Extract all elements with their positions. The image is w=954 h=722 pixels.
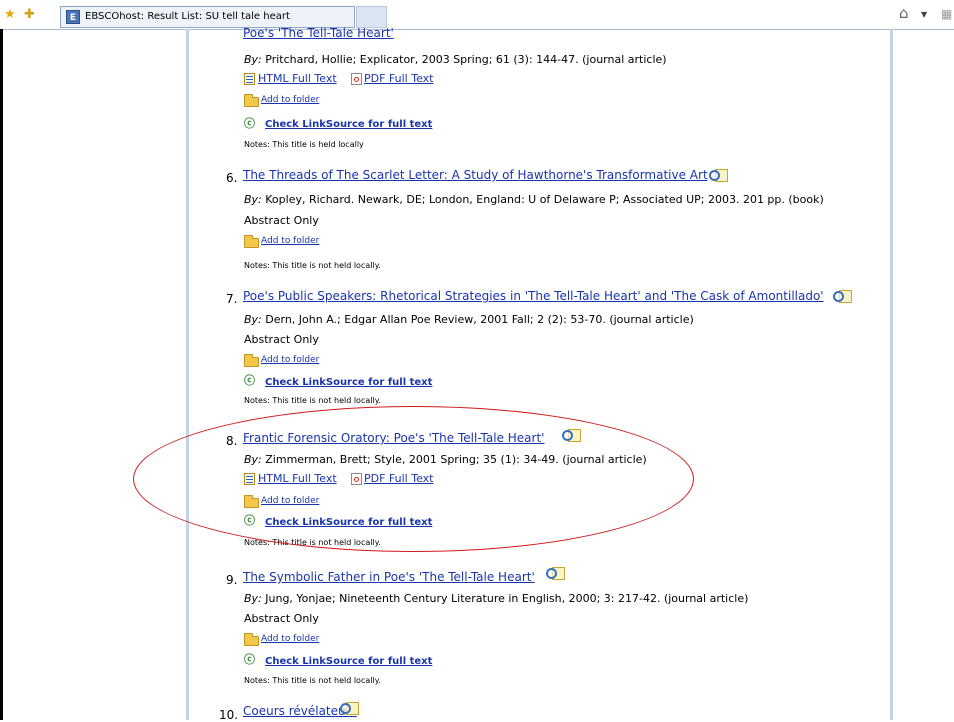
byline-label: By:: [244, 53, 262, 66]
holding-notes: Notes: This title is not held locally.: [244, 538, 381, 547]
result-byline: By: Jung, Yonjae; Nineteenth Century Lit…: [244, 592, 748, 605]
window-frame-left: [0, 29, 3, 720]
linksource-icon[interactable]: ⓒ: [244, 373, 260, 388]
preview-magnifier-icon[interactable]: [561, 428, 582, 444]
byline-text: Zimmerman, Brett; Style, 2001 Spring; 35…: [261, 453, 647, 466]
add-to-folder-link[interactable]: Add to folder: [261, 496, 319, 506]
result-number: 6.: [226, 171, 238, 185]
feeds-icon[interactable]: ▦: [941, 8, 952, 20]
content-panel-right-border: [890, 29, 893, 720]
html-full-text-icon[interactable]: [244, 73, 255, 85]
check-linksource-link[interactable]: Check LinkSource for full text: [265, 656, 432, 667]
linksource-icon[interactable]: ⓒ: [244, 513, 260, 528]
add-to-folder-link[interactable]: Add to folder: [261, 355, 319, 365]
holding-notes: Notes: This title is not held locally.: [244, 261, 381, 270]
holding-notes: Notes: This title is not held locally.: [244, 396, 381, 405]
holding-notes: Notes: This title is not held locally.: [244, 676, 381, 685]
result-byline: By: Kopley, Richard. Newark, DE; London,…: [244, 193, 824, 206]
add-to-folder-link[interactable]: Add to folder: [261, 236, 319, 246]
byline-text: Jung, Yonjae; Nineteenth Century Literat…: [261, 592, 749, 605]
tab-title: EBSCOhost: Result List: SU tell tale hea…: [85, 11, 290, 22]
browser-tab-active[interactable]: E EBSCOhost: Result List: SU tell tale h…: [60, 6, 355, 28]
abstract-only-label: Abstract Only: [244, 333, 319, 346]
add-to-folder-link[interactable]: Add to folder: [261, 95, 319, 105]
folder-icon[interactable]: [244, 633, 259, 646]
preview-magnifier-icon[interactable]: [832, 289, 853, 305]
result-byline: By: Pritchard, Hollie; Explicator, 2003 …: [244, 53, 667, 66]
folder-icon[interactable]: [244, 495, 259, 508]
html-full-text-link[interactable]: HTML Full Text: [258, 472, 337, 485]
byline-label: By:: [244, 193, 262, 206]
folder-icon[interactable]: [244, 94, 259, 107]
preview-magnifier-icon[interactable]: [708, 168, 729, 184]
result-number: 7.: [226, 292, 238, 306]
add-favorites-icon[interactable]: ✚: [24, 8, 35, 21]
abstract-only-label: Abstract Only: [244, 612, 319, 625]
chevron-down-icon[interactable]: ▼: [921, 10, 927, 19]
pdf-full-text-link[interactable]: PDF Full Text: [364, 72, 433, 85]
abstract-only-label: Abstract Only: [244, 214, 319, 227]
preview-magnifier-icon[interactable]: [545, 566, 566, 582]
byline-text: Pritchard, Hollie; Explicator, 2003 Spri…: [261, 53, 667, 66]
linksource-icon[interactable]: ⓒ: [244, 116, 260, 131]
content-panel-left-border: [186, 29, 189, 720]
result-title-link[interactable]: Poe's Public Speakers: Rhetorical Strate…: [243, 289, 824, 303]
folder-icon[interactable]: [244, 354, 259, 367]
browser-tab-bar: ★ ✚ E EBSCOhost: Result List: SU tell ta…: [0, 0, 954, 30]
home-icon[interactable]: ⌂: [899, 6, 909, 21]
check-linksource-link[interactable]: Check LinkSource for full text: [265, 377, 432, 388]
byline-label: By:: [244, 313, 262, 326]
holding-notes: Notes: This title is held locally: [244, 140, 364, 149]
html-full-text-link[interactable]: HTML Full Text: [258, 72, 337, 85]
byline-text: Kopley, Richard. Newark, DE; London, Eng…: [261, 193, 824, 206]
result-byline: By: Dern, John A.; Edgar Allan Poe Revie…: [244, 313, 694, 326]
pdf-icon[interactable]: [351, 473, 362, 485]
pdf-full-text-link[interactable]: PDF Full Text: [364, 472, 433, 485]
new-tab-button[interactable]: [356, 6, 387, 28]
ebsco-favicon-icon: E: [66, 10, 80, 24]
result-byline: By: Zimmerman, Brett; Style, 2001 Spring…: [244, 453, 647, 466]
pdf-icon[interactable]: [351, 73, 362, 85]
preview-magnifier-icon[interactable]: [339, 701, 360, 717]
byline-label: By:: [244, 592, 262, 605]
byline-label: By:: [244, 453, 262, 466]
linksource-icon[interactable]: ⓒ: [244, 652, 260, 667]
check-linksource-link[interactable]: Check LinkSource for full text: [265, 119, 432, 130]
result-title-link[interactable]: The Symbolic Father in Poe's 'The Tell-T…: [243, 570, 535, 584]
folder-icon[interactable]: [244, 235, 259, 248]
add-to-folder-link[interactable]: Add to folder: [261, 634, 319, 644]
favorites-star-icon[interactable]: ★: [4, 8, 16, 21]
html-full-text-icon[interactable]: [244, 473, 255, 485]
result-number: 8.: [226, 434, 238, 448]
result-number: 9.: [226, 573, 238, 587]
byline-text: Dern, John A.; Edgar Allan Poe Review, 2…: [261, 313, 694, 326]
result-title-link[interactable]: Frantic Forensic Oratory: Poe's 'The Tel…: [243, 431, 544, 445]
result-title-cutoff[interactable]: Poe's 'The Tell-Tale Heart': [243, 26, 394, 40]
check-linksource-link[interactable]: Check LinkSource for full text: [265, 517, 432, 528]
result-title-link[interactable]: The Threads of The Scarlet Letter: A Stu…: [243, 168, 708, 182]
